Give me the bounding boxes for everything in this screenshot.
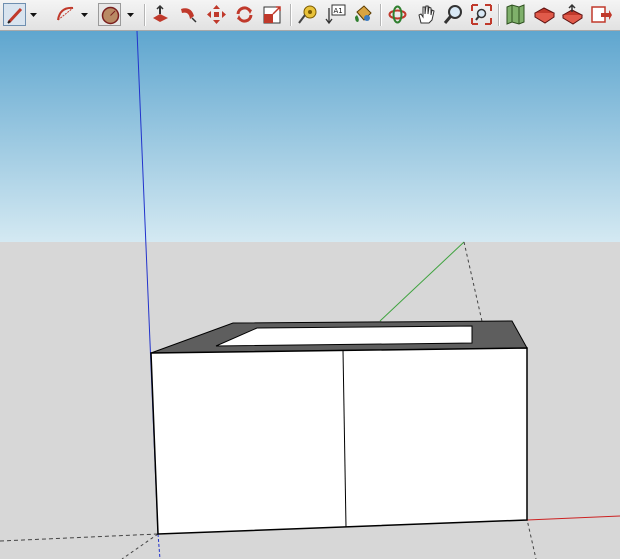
circle-icon xyxy=(101,6,120,25)
push-pull-tool[interactable] xyxy=(149,3,172,26)
box-opening[interactable] xyxy=(215,325,473,347)
toolbar-separator xyxy=(498,4,500,26)
zoom-tool[interactable] xyxy=(442,3,465,26)
arc-tool[interactable] xyxy=(54,3,77,26)
follow-me-tool[interactable] xyxy=(177,3,200,26)
pencil-dropdown[interactable] xyxy=(27,3,40,26)
rotate-icon xyxy=(236,6,253,23)
share-model-tool[interactable] xyxy=(561,3,584,26)
rotate-tool[interactable] xyxy=(233,3,256,26)
orbit-tool[interactable] xyxy=(386,3,409,26)
paint-bucket-icon xyxy=(355,5,372,22)
toolbar-separator xyxy=(380,4,382,26)
sketchup-window: A1 xyxy=(0,0,620,559)
scale-tool[interactable] xyxy=(261,3,284,26)
box-front-face[interactable] xyxy=(150,347,528,535)
arc-dropdown[interactable] xyxy=(78,3,91,26)
arc-icon xyxy=(57,6,74,21)
follow-me-icon xyxy=(181,8,197,23)
map-tool[interactable] xyxy=(504,3,527,26)
circle-dropdown[interactable] xyxy=(124,3,137,26)
scale-icon xyxy=(263,6,281,24)
circle-tool[interactable] xyxy=(98,3,121,26)
chevron-down-icon xyxy=(127,13,134,17)
move-icon xyxy=(207,5,226,24)
zoom-extents-icon xyxy=(471,4,492,25)
text-label-icon: A1 xyxy=(325,4,346,25)
extension-warehouse-tool[interactable] xyxy=(589,3,612,26)
pan-tool[interactable] xyxy=(414,3,437,26)
sky xyxy=(0,31,620,242)
pan-hand-icon xyxy=(418,5,435,24)
paint-bucket-tool[interactable] xyxy=(352,3,375,26)
model-viewport[interactable] xyxy=(0,31,620,559)
extension-icon xyxy=(591,6,612,23)
chevron-down-icon xyxy=(81,13,88,17)
main-toolbar: A1 xyxy=(0,0,620,31)
toolbar-separator xyxy=(144,4,146,26)
tape-measure-icon xyxy=(298,5,317,24)
move-tool[interactable] xyxy=(205,3,228,26)
chevron-down-icon xyxy=(30,13,37,17)
orbit-icon xyxy=(388,5,407,24)
pencil-icon xyxy=(7,7,23,24)
zoom-extents-tool[interactable] xyxy=(470,3,493,26)
warehouse-get-models-tool[interactable] xyxy=(533,3,556,26)
share-model-icon xyxy=(562,3,583,25)
text-tool-label: A1 xyxy=(334,7,343,15)
zoom-icon xyxy=(443,5,462,24)
text-tool[interactable]: A1 xyxy=(324,3,347,26)
warehouse-get-icon xyxy=(534,7,555,24)
pencil-line-tool[interactable] xyxy=(3,3,26,26)
tape-measure-tool[interactable] xyxy=(296,3,319,26)
push-pull-icon xyxy=(153,4,168,22)
toolbar-separator xyxy=(290,4,292,26)
map-icon xyxy=(506,4,525,25)
